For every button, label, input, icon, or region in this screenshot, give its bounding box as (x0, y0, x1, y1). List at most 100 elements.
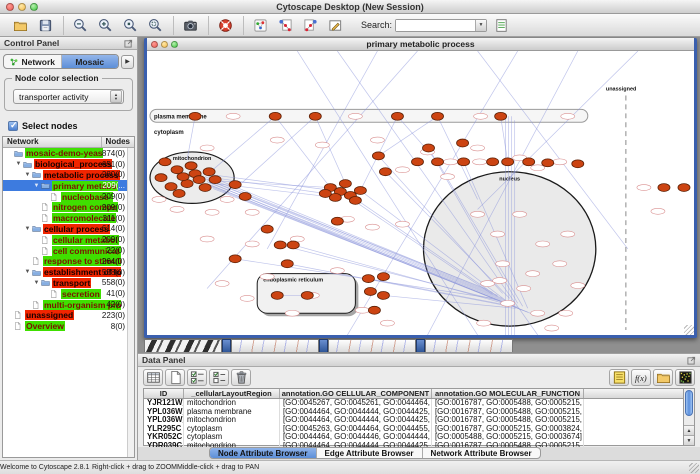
graph-node[interactable] (572, 160, 584, 168)
new-attribute-button[interactable] (165, 369, 185, 386)
graph-node[interactable] (339, 180, 351, 188)
network-nodes-a-button[interactable] (273, 16, 297, 35)
tree-expand-arrow-icon[interactable]: ▼ (24, 172, 31, 178)
graph-node[interactable] (377, 291, 389, 299)
table-row[interactable]: YPL036W__2plasma membrane[GO:0044464, GO… (144, 408, 683, 417)
tree-row-biological-process[interactable]: ▼biological_process651(0) (3, 159, 127, 170)
graph-node[interactable] (658, 184, 670, 192)
graph-node[interactable] (495, 112, 507, 120)
tree-row-macromolecule[interactable]: macromolecule311(0) (3, 213, 127, 224)
graph-node[interactable] (457, 139, 469, 147)
graph-node[interactable] (362, 275, 374, 283)
annotation-button[interactable] (323, 16, 347, 35)
tab-node-attribute-browser[interactable]: Node Attribute Browser (210, 448, 317, 458)
graph-node[interactable] (301, 291, 313, 299)
graph-node[interactable] (349, 196, 361, 204)
import-table-button[interactable] (489, 16, 513, 35)
help-button[interactable] (213, 16, 237, 35)
graph-node[interactable] (309, 112, 321, 120)
tab-edge-attribute-browser[interactable]: Edge Attribute Browser (317, 448, 423, 458)
graph-node[interactable] (203, 168, 215, 176)
delete-attribute-button[interactable] (231, 369, 251, 386)
node-color-select[interactable]: transporter activity ▲▼ (13, 89, 124, 104)
graph-node[interactable] (261, 225, 273, 233)
zoom-selected-button[interactable] (118, 16, 142, 35)
tree-row-secretion[interactable]: secretion41(0) (3, 288, 127, 299)
network-nodes-b-button[interactable] (298, 16, 322, 35)
graph-node[interactable] (502, 158, 514, 166)
graph-edge[interactable] (267, 51, 377, 249)
export-image-button[interactable] (178, 16, 202, 35)
network-canvas[interactable]: plasma membranecytoplasmmitochondrionnuc… (147, 51, 694, 335)
search-input[interactable] (396, 20, 475, 31)
tab-network-attribute-browser[interactable]: Network Attribute Browser (423, 448, 540, 458)
tree-expand-arrow-icon[interactable]: ▼ (24, 269, 31, 275)
graph-node[interactable] (229, 255, 241, 263)
graph-node[interactable] (523, 158, 535, 166)
app-resize-grip[interactable] (689, 463, 699, 473)
tree-row-primary-metabo[interactable]: ▼primary metabo209(... (3, 180, 127, 191)
scroll-up-button[interactable]: ▲ (684, 425, 694, 435)
graph-node[interactable] (379, 168, 391, 176)
graph-node[interactable] (411, 158, 423, 166)
unselect-attributes-button[interactable] (209, 369, 229, 386)
tree-row-overview[interactable]: Overview8(0) (3, 321, 127, 332)
tab-network[interactable]: Network (4, 55, 62, 68)
attribute-form-button[interactable] (609, 369, 629, 386)
background-window-edge[interactable] (319, 339, 328, 352)
background-window[interactable] (231, 339, 319, 352)
graph-node[interactable] (239, 193, 251, 201)
attribute-grid-button[interactable] (143, 369, 163, 386)
tree-row-response-to-stimulu[interactable]: response to stimulu264(0) (3, 256, 127, 267)
import-attributes-button[interactable] (653, 369, 673, 386)
attribute-matrix-button[interactable] (675, 369, 695, 386)
graph-node[interactable] (271, 291, 283, 299)
table-column-header[interactable]: annotation.GO CELLULAR_COMPONENT (280, 389, 432, 398)
graph-node[interactable] (377, 273, 389, 281)
table-column-header[interactable]: annotation.GO MOLECULAR_FUNCTION (432, 389, 584, 398)
graph-node[interactable] (199, 184, 211, 192)
tree-row-mosaic-demo-yeast[interactable]: mosaic-demo-yeast874(0) (3, 148, 127, 159)
tab-mosaic[interactable]: Mosaic (62, 55, 119, 68)
table-column-header[interactable]: _cellularLayoutRegion (184, 389, 280, 398)
graph-node[interactable] (287, 241, 299, 249)
graph-edge[interactable] (242, 116, 315, 182)
table-column-header[interactable] (584, 389, 683, 398)
background-window[interactable] (328, 339, 416, 352)
scroll-down-button[interactable]: ▼ (684, 435, 694, 445)
background-window-edge[interactable] (222, 339, 231, 352)
graph-node[interactable] (159, 158, 171, 166)
graph-edge[interactable] (501, 116, 508, 162)
background-window[interactable] (144, 339, 222, 352)
tree-scrollbar[interactable] (127, 148, 134, 457)
graph-node[interactable] (165, 183, 177, 191)
graph-node[interactable] (432, 112, 444, 120)
graph-node[interactable] (391, 112, 403, 120)
table-row[interactable]: YLR295Ccytoplasm[GO:0045263, GO:0044464,… (144, 425, 683, 434)
graph-node[interactable] (319, 190, 331, 198)
select-attributes-button[interactable] (187, 369, 207, 386)
tree-row-multi-organism-pro[interactable]: multi-organism pro42(0) (3, 299, 127, 310)
graph-node[interactable] (542, 159, 554, 167)
graph-node[interactable] (177, 173, 189, 181)
graph-node[interactable] (173, 190, 185, 198)
tree-expand-arrow-icon[interactable]: ▼ (24, 226, 31, 232)
tree-row-metabolic-process[interactable]: ▼metabolic process280(0) (3, 170, 127, 181)
more-tabs-button[interactable]: ▶ (121, 55, 134, 69)
tree-row-nucleobase-[interactable]: nucleobase-209(0) (3, 191, 127, 202)
background-window-edge[interactable] (416, 339, 425, 352)
tree-expand-arrow-icon[interactable]: ▼ (33, 183, 40, 189)
tree-row-unassigned[interactable]: unassigned223(0) (3, 310, 127, 321)
graph-node[interactable] (155, 174, 167, 182)
create-view-button[interactable] (248, 16, 272, 35)
graph-node[interactable] (189, 112, 201, 120)
search-dropdown-arrow-icon[interactable]: ▼ (475, 20, 486, 31)
float-panel-icon[interactable] (687, 356, 696, 365)
graph-node[interactable] (229, 181, 241, 189)
graph-node[interactable] (269, 112, 281, 120)
graph-node[interactable] (372, 152, 384, 160)
table-row[interactable]: YKR052Ccytoplasm[GO:0044464, GO:0044446,… (144, 433, 683, 442)
function-builder-button[interactable]: f(x) (631, 369, 651, 386)
graph-node[interactable] (432, 158, 444, 166)
open-file-button[interactable] (8, 16, 32, 35)
